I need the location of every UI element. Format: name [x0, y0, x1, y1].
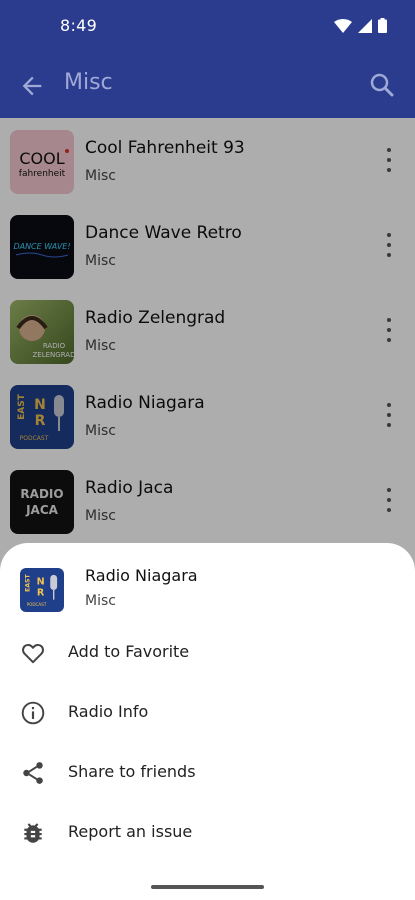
info-icon	[20, 700, 46, 726]
share-option[interactable]: Share to friends	[0, 747, 415, 799]
share-icon	[20, 760, 46, 786]
option-label: Share to friends	[68, 762, 196, 781]
signal-icon	[358, 18, 372, 33]
app-bar: Misc	[0, 52, 415, 118]
status-bar: 8:49	[0, 0, 415, 52]
heart-icon	[20, 640, 46, 666]
sheet-station-logo: EAST N R PODCAST	[20, 568, 64, 612]
back-arrow-icon[interactable]	[18, 72, 46, 100]
sheet-station-name: Radio Niagara	[85, 566, 198, 585]
bottom-sheet: EAST N R PODCAST Radio Niagara Misc Add …	[0, 543, 415, 900]
logo-subtext: PODCAST	[27, 602, 47, 607]
gesture-nav-bar[interactable]	[151, 885, 264, 889]
add-to-favorite-option[interactable]: Add to Favorite	[0, 627, 415, 679]
logo-letter-n: N	[37, 577, 45, 588]
app-root: 8:49 Misc COOL fahrenheit Cool Fahrenhei…	[0, 0, 415, 900]
option-label: Add to Favorite	[68, 642, 190, 661]
logo-text: EAST	[25, 574, 32, 592]
radio-info-option[interactable]: Radio Info	[0, 687, 415, 739]
status-time: 8:49	[60, 16, 98, 35]
report-issue-option[interactable]: Report an issue	[0, 807, 415, 859]
sheet-station-category: Misc	[85, 593, 116, 609]
battery-icon	[378, 18, 387, 33]
option-label: Radio Info	[68, 702, 149, 721]
system-icons	[334, 18, 387, 33]
search-icon[interactable]	[367, 70, 397, 100]
option-label: Report an issue	[68, 822, 193, 841]
logo-letter-r: R	[37, 588, 45, 599]
page-title: Misc	[64, 70, 113, 95]
bug-icon	[20, 820, 46, 846]
wifi-icon	[334, 18, 352, 33]
